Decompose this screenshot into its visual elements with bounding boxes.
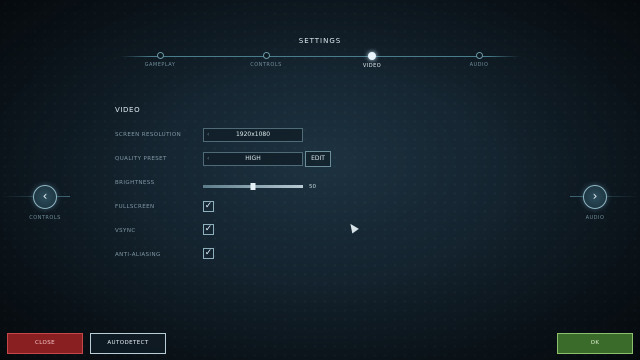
fullscreen-label: FULLSCREEN: [115, 204, 155, 210]
step-dot-icon: [156, 52, 164, 59]
next-page-nav[interactable]: › AUDIO: [565, 185, 625, 221]
brightness-label: BRIGHTNESS: [115, 180, 155, 186]
tab-audio[interactable]: AUDIO: [439, 52, 519, 68]
vsync-label: VSYNC: [115, 228, 136, 234]
next-page-label: AUDIO: [585, 215, 605, 221]
vsync-checkbox[interactable]: ✓: [203, 224, 214, 235]
tab-controls[interactable]: CONTROLS: [226, 52, 306, 68]
brightness-value: 50: [309, 184, 316, 190]
slider-handle[interactable]: [250, 183, 256, 190]
anti-aliasing-checkbox[interactable]: ✓: [203, 248, 214, 259]
resolution-value: 1920x1080: [235, 131, 271, 138]
chevron-left-icon: ‹: [207, 131, 210, 138]
tab-label: GAMEPLAY: [144, 62, 176, 68]
tab-gameplay[interactable]: GAMEPLAY: [120, 52, 200, 68]
page-title: SETTINGS: [298, 37, 342, 45]
step-dot-icon: [368, 52, 376, 60]
chevron-left-icon: ‹: [207, 155, 210, 162]
prev-page-label: CONTROLS: [29, 215, 61, 221]
fullscreen-checkbox[interactable]: ✓: [203, 201, 214, 212]
step-dot-icon: [475, 52, 483, 59]
hex-background: [0, 0, 640, 360]
resolution-select[interactable]: ‹ 1920x1080: [203, 128, 303, 142]
section-title: VIDEO: [115, 106, 141, 114]
ok-button[interactable]: OK: [557, 333, 633, 354]
close-button[interactable]: CLOSE: [7, 333, 83, 354]
prev-page-nav[interactable]: ‹ CONTROLS: [15, 185, 75, 221]
autodetect-button[interactable]: AUTODETECT: [90, 333, 166, 354]
chevron-left-icon[interactable]: ‹: [33, 185, 57, 209]
chevron-right-icon[interactable]: ›: [583, 185, 607, 209]
quality-label: QUALITY PRESET: [115, 156, 167, 162]
step-dot-icon: [262, 52, 270, 59]
resolution-label: SCREEN RESOLUTION: [115, 132, 182, 138]
quality-select[interactable]: ‹ HIGH: [203, 152, 303, 166]
brightness-slider[interactable]: [203, 183, 303, 190]
tab-video[interactable]: VIDEO: [332, 52, 412, 69]
edit-button[interactable]: EDIT: [305, 151, 331, 167]
settings-screen: SETTINGS GAMEPLAY CONTROLS VIDEO AUDIO V…: [0, 0, 640, 360]
tab-label: AUDIO: [469, 62, 489, 68]
tab-label: VIDEO: [362, 63, 382, 69]
anti-aliasing-label: ANTI-ALIASING: [115, 252, 161, 258]
quality-value: HIGH: [245, 155, 261, 162]
tab-label: CONTROLS: [250, 62, 282, 68]
